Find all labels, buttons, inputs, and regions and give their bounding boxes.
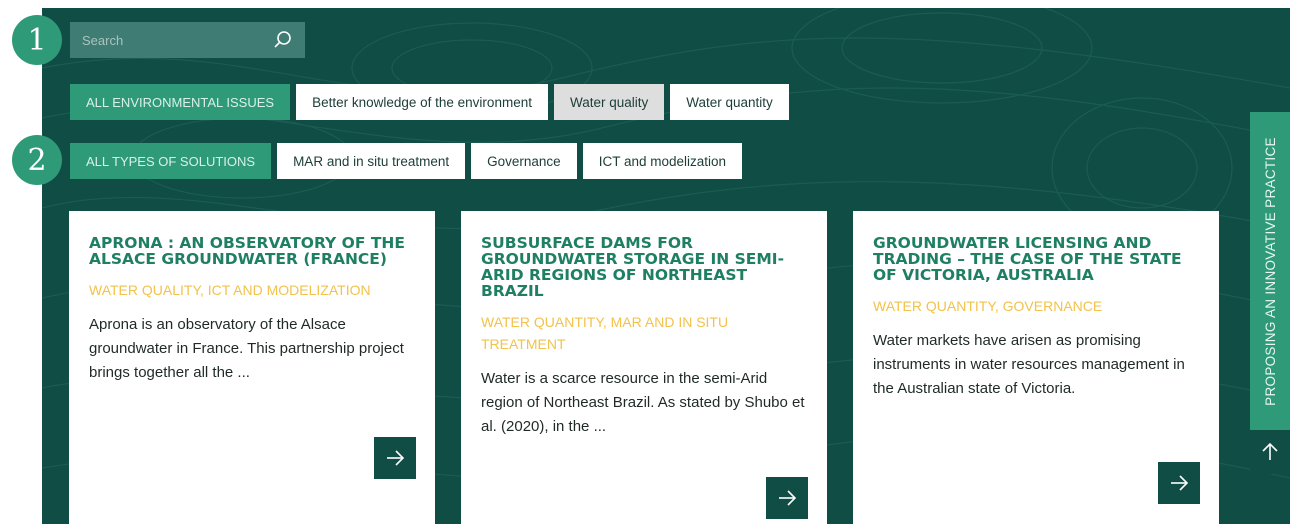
scroll-to-top-button[interactable] bbox=[1250, 430, 1290, 474]
propose-practice-tab[interactable]: PROPOSING AN INNOVATIVE PRACTICE bbox=[1250, 112, 1290, 474]
card-read-more-button[interactable] bbox=[374, 437, 416, 479]
card-title[interactable]: SUBSURFACE DAMS FOR GROUNDWATER STORAGE … bbox=[481, 235, 807, 299]
filter-water-quality[interactable]: Water quality bbox=[553, 84, 665, 120]
arrow-right-icon bbox=[387, 450, 405, 466]
card-tags: WATER QUANTITY, MAR AND IN SITU TREATMEN… bbox=[481, 314, 729, 352]
solution-types-filters: ALL TYPES OF SOLUTIONS MAR and in situ t… bbox=[70, 143, 743, 179]
propose-practice-label: PROPOSING AN INNOVATIVE PRACTICE bbox=[1262, 136, 1278, 406]
filter-governance[interactable]: Governance bbox=[471, 143, 577, 179]
card-tags: WATER QUALITY, ICT AND MODELIZATION bbox=[89, 282, 371, 298]
filter-water-quantity[interactable]: Water quantity bbox=[670, 84, 789, 120]
propose-practice-label-wrap: PROPOSING AN INNOVATIVE PRACTICE bbox=[1250, 112, 1290, 430]
filter-ict-modelization[interactable]: ICT and modelization bbox=[582, 143, 743, 179]
card-excerpt: Aprona is an observatory of the Alsace g… bbox=[89, 316, 404, 381]
environmental-issues-filters: ALL ENVIRONMENTAL ISSUES Better knowledg… bbox=[70, 84, 789, 120]
filter-better-knowledge[interactable]: Better knowledge of the environment bbox=[296, 84, 548, 120]
card-title[interactable]: APRONA : AN OBSERVATORY OF THE ALSACE GR… bbox=[89, 235, 415, 267]
search-input[interactable] bbox=[82, 32, 273, 48]
filter-mar-in-situ[interactable]: MAR and in situ treatment bbox=[277, 143, 466, 179]
practice-card[interactable]: APRONA : AN OBSERVATORY OF THE ALSACE GR… bbox=[69, 211, 435, 524]
card-excerpt: Water is a scarce resource in the semi-A… bbox=[481, 370, 805, 435]
arrow-up-icon bbox=[1262, 442, 1278, 460]
search-bar[interactable] bbox=[70, 22, 305, 58]
arrow-right-icon bbox=[779, 490, 797, 506]
filter-all-types-of-solutions[interactable]: ALL TYPES OF SOLUTIONS bbox=[70, 143, 272, 179]
practice-card[interactable]: GROUNDWATER LICENSING AND TRADING – THE … bbox=[853, 211, 1219, 524]
card-read-more-button[interactable] bbox=[1158, 462, 1200, 504]
card-read-more-button[interactable] bbox=[766, 477, 808, 519]
step-marker-1: 1 bbox=[12, 15, 62, 65]
card-tags: WATER QUANTITY, GOVERNANCE bbox=[873, 298, 1103, 314]
filter-all-environmental-issues[interactable]: ALL ENVIRONMENTAL ISSUES bbox=[70, 84, 291, 120]
card-excerpt: Water markets have arisen as promising i… bbox=[873, 332, 1185, 397]
arrow-right-icon bbox=[1171, 475, 1189, 491]
search-icon[interactable] bbox=[273, 30, 293, 50]
card-title[interactable]: GROUNDWATER LICENSING AND TRADING – THE … bbox=[873, 235, 1199, 283]
step-marker-2: 2 bbox=[12, 135, 62, 185]
practice-card[interactable]: SUBSURFACE DAMS FOR GROUNDWATER STORAGE … bbox=[461, 211, 827, 524]
